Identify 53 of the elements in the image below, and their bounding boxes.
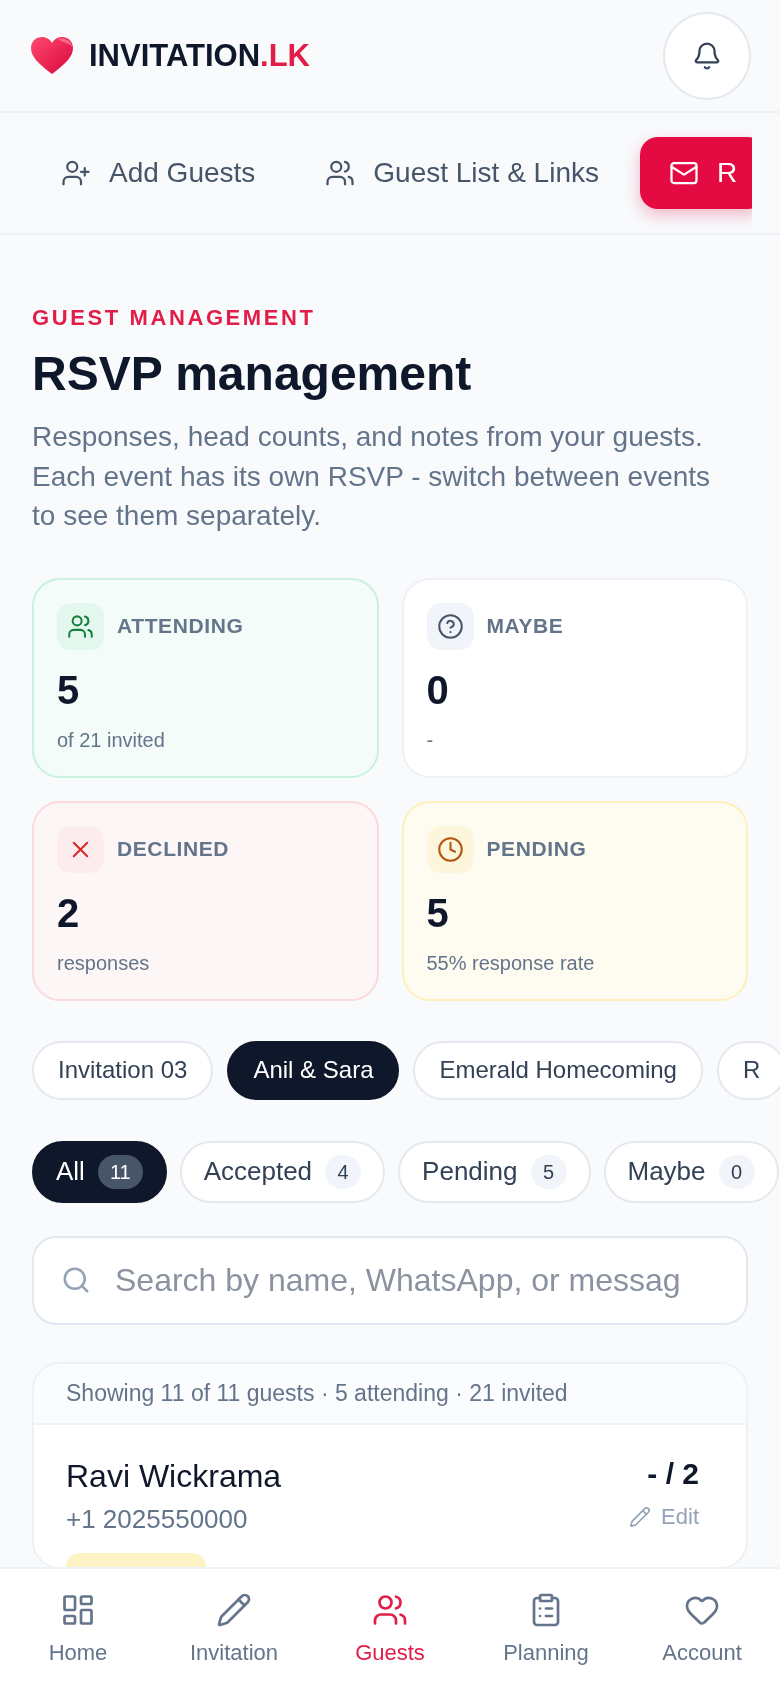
count-badge: 4 xyxy=(325,1154,362,1189)
stat-value: 0 xyxy=(426,667,449,712)
list-summary: Showing 11 of 11 guests · 5 attending · 21 invited xyxy=(66,1378,568,1408)
tab[interactable]: Guest List & Links xyxy=(296,137,628,209)
question-icon xyxy=(426,602,474,650)
pencil-icon xyxy=(216,1592,252,1628)
stat-value: 5 xyxy=(57,667,80,712)
guest-phone: +1 2025550000 xyxy=(66,1502,248,1536)
stat-value: 5 xyxy=(426,890,449,935)
stat-label: MAYBE xyxy=(486,613,564,640)
event-chip[interactable]: Invitation 03 xyxy=(32,1040,214,1100)
count-badge: 0 xyxy=(718,1154,755,1189)
nav-item[interactable]: Invitation xyxy=(189,1592,279,1667)
event-chip[interactable]: Anil & Sara xyxy=(227,1040,400,1100)
event-chip[interactable]: Emerald Homecoming xyxy=(413,1040,703,1100)
nav-item[interactable]: Guests xyxy=(355,1592,425,1667)
clock-icon xyxy=(426,825,474,873)
heart-icon xyxy=(31,37,73,74)
filter-chip[interactable]: Pending 5 xyxy=(398,1140,591,1203)
stat-note: responses xyxy=(57,950,150,976)
dashboard-icon xyxy=(60,1592,96,1628)
page-description: Responses, head counts, and notes from your guests. Each event has its own RSVP - switch between events to see them separately. xyxy=(32,420,712,533)
stat-label: PENDING xyxy=(486,836,587,863)
eyebrow-label: GUEST MANAGEMENT xyxy=(32,304,316,332)
logo-text: INVITATION.LK xyxy=(89,37,310,74)
bell-icon xyxy=(692,40,722,71)
tab[interactable]: Add Guests xyxy=(32,137,285,209)
event-chip[interactable]: R xyxy=(716,1040,780,1100)
filter-chip[interactable]: Maybe 0 xyxy=(603,1140,779,1203)
people-icon xyxy=(372,1592,408,1628)
nav-item[interactable]: Account xyxy=(662,1592,742,1667)
stat-note: 55% response rate xyxy=(426,950,595,976)
nav-item[interactable]: Planning xyxy=(503,1592,589,1667)
stat-note: of 21 invited xyxy=(57,727,165,753)
page-title: RSVP management xyxy=(32,346,472,402)
add-person-icon xyxy=(61,158,91,188)
search-field[interactable]: Search by name, WhatsApp, or messag xyxy=(32,1235,748,1325)
filter-chip[interactable]: Accepted 4 xyxy=(179,1140,386,1203)
cross-icon xyxy=(57,825,104,873)
head-count: - / 2 xyxy=(647,1455,699,1492)
count-badge: 11 xyxy=(97,1154,143,1189)
stat-note: - xyxy=(426,727,434,753)
stat-label: ATTENDING xyxy=(117,613,244,640)
people-icon xyxy=(325,158,356,188)
nav-item[interactable]: Home xyxy=(48,1592,108,1667)
guest-name: Ravi Wickrama xyxy=(66,1456,282,1496)
pencil-icon xyxy=(629,1505,652,1528)
filter-chip[interactable]: All 11 xyxy=(32,1140,167,1203)
count-badge: 5 xyxy=(530,1154,567,1189)
stat-label: DECLINED xyxy=(117,836,230,863)
people-icon xyxy=(57,602,104,650)
stat-value: 2 xyxy=(57,890,80,935)
tab[interactable]: R xyxy=(639,137,752,209)
